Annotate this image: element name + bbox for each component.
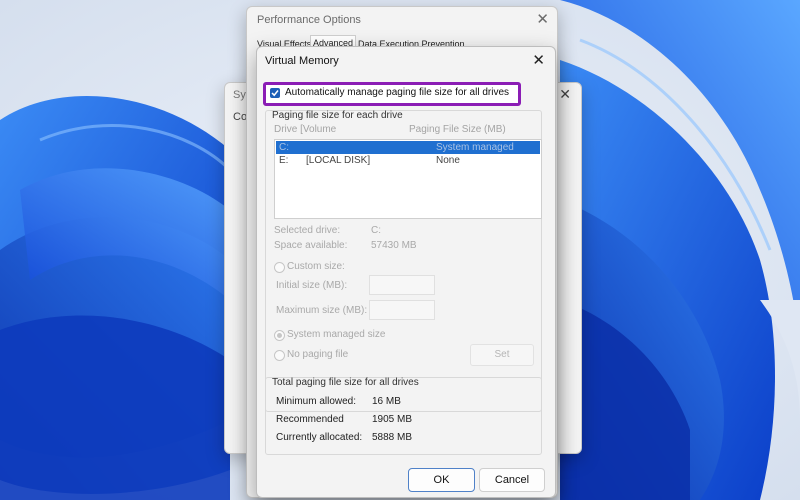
minimum-allowed-value: 16 MB — [372, 396, 401, 407]
set-button[interactable]: Set — [470, 344, 534, 366]
auto-manage-checkbox[interactable] — [270, 88, 280, 98]
drive-paging-size: None — [436, 155, 460, 166]
drive-letter: C: — [279, 142, 289, 153]
custom-size-radio[interactable] — [274, 262, 285, 273]
currently-allocated-value: 5888 MB — [372, 432, 413, 443]
checkmark-icon — [271, 90, 279, 97]
recommended-label: Recommended — [276, 414, 344, 425]
no-paging-radio[interactable] — [274, 350, 285, 361]
auto-manage-label: Automatically manage paging file size fo… — [285, 87, 509, 98]
recommended-value: 1905 MB — [372, 414, 413, 425]
close-icon[interactable]: ✕ — [559, 86, 571, 103]
close-icon[interactable]: ✕ — [532, 51, 545, 69]
selected-drive-label: Selected drive: — [274, 225, 341, 236]
initial-size-input[interactable] — [369, 275, 435, 295]
drive-letter: E: — [279, 155, 289, 166]
paging-group-title: Paging file size for each drive — [272, 110, 403, 121]
performance-options-title: Performance Options — [257, 14, 361, 26]
virtual-memory-dialog: Virtual Memory ✕ Automatically manage pa… — [256, 46, 556, 498]
maximum-size-input[interactable] — [369, 300, 435, 320]
selected-drive-value: C: — [371, 225, 381, 236]
system-managed-label: System managed size — [287, 329, 386, 340]
column-header-drive: Drive [Volume — [274, 124, 337, 135]
custom-size-label: Custom size: — [287, 261, 345, 272]
currently-allocated-label: Currently allocated: — [276, 432, 363, 443]
system-properties-tab-fragment: Co — [233, 111, 248, 123]
system-managed-radio[interactable] — [274, 330, 285, 341]
list-item[interactable]: C: System managed — [276, 141, 540, 154]
drive-list[interactable]: C: System managed E: [LOCAL DISK] None — [274, 139, 542, 219]
maximum-size-label: Maximum size (MB): — [276, 305, 368, 316]
column-header-size: Paging File Size (MB) — [409, 124, 506, 135]
space-available-value: 57430 MB — [371, 240, 417, 251]
drive-volume: [LOCAL DISK] — [306, 155, 371, 166]
totals-group: Total paging file size for all drives Mi… — [265, 377, 542, 455]
ok-button[interactable]: OK — [408, 468, 475, 492]
paging-file-group: Paging file size for each drive Drive [V… — [265, 110, 542, 412]
title-bar: Virtual Memory ✕ — [257, 47, 555, 75]
dialog-title: Virtual Memory — [265, 55, 339, 67]
list-item[interactable]: E: [LOCAL DISK] None — [276, 154, 540, 167]
initial-size-label: Initial size (MB): — [276, 280, 348, 291]
drive-paging-size: System managed — [436, 142, 514, 153]
totals-title: Total paging file size for all drives — [272, 377, 419, 388]
minimum-allowed-label: Minimum allowed: — [276, 396, 357, 407]
no-paging-label: No paging file — [287, 349, 349, 360]
close-icon[interactable]: ✕ — [536, 10, 549, 28]
auto-manage-checkbox-row[interactable]: Automatically manage paging file size fo… — [263, 82, 521, 106]
cancel-button[interactable]: Cancel — [479, 468, 545, 492]
space-available-label: Space available: — [274, 240, 348, 251]
